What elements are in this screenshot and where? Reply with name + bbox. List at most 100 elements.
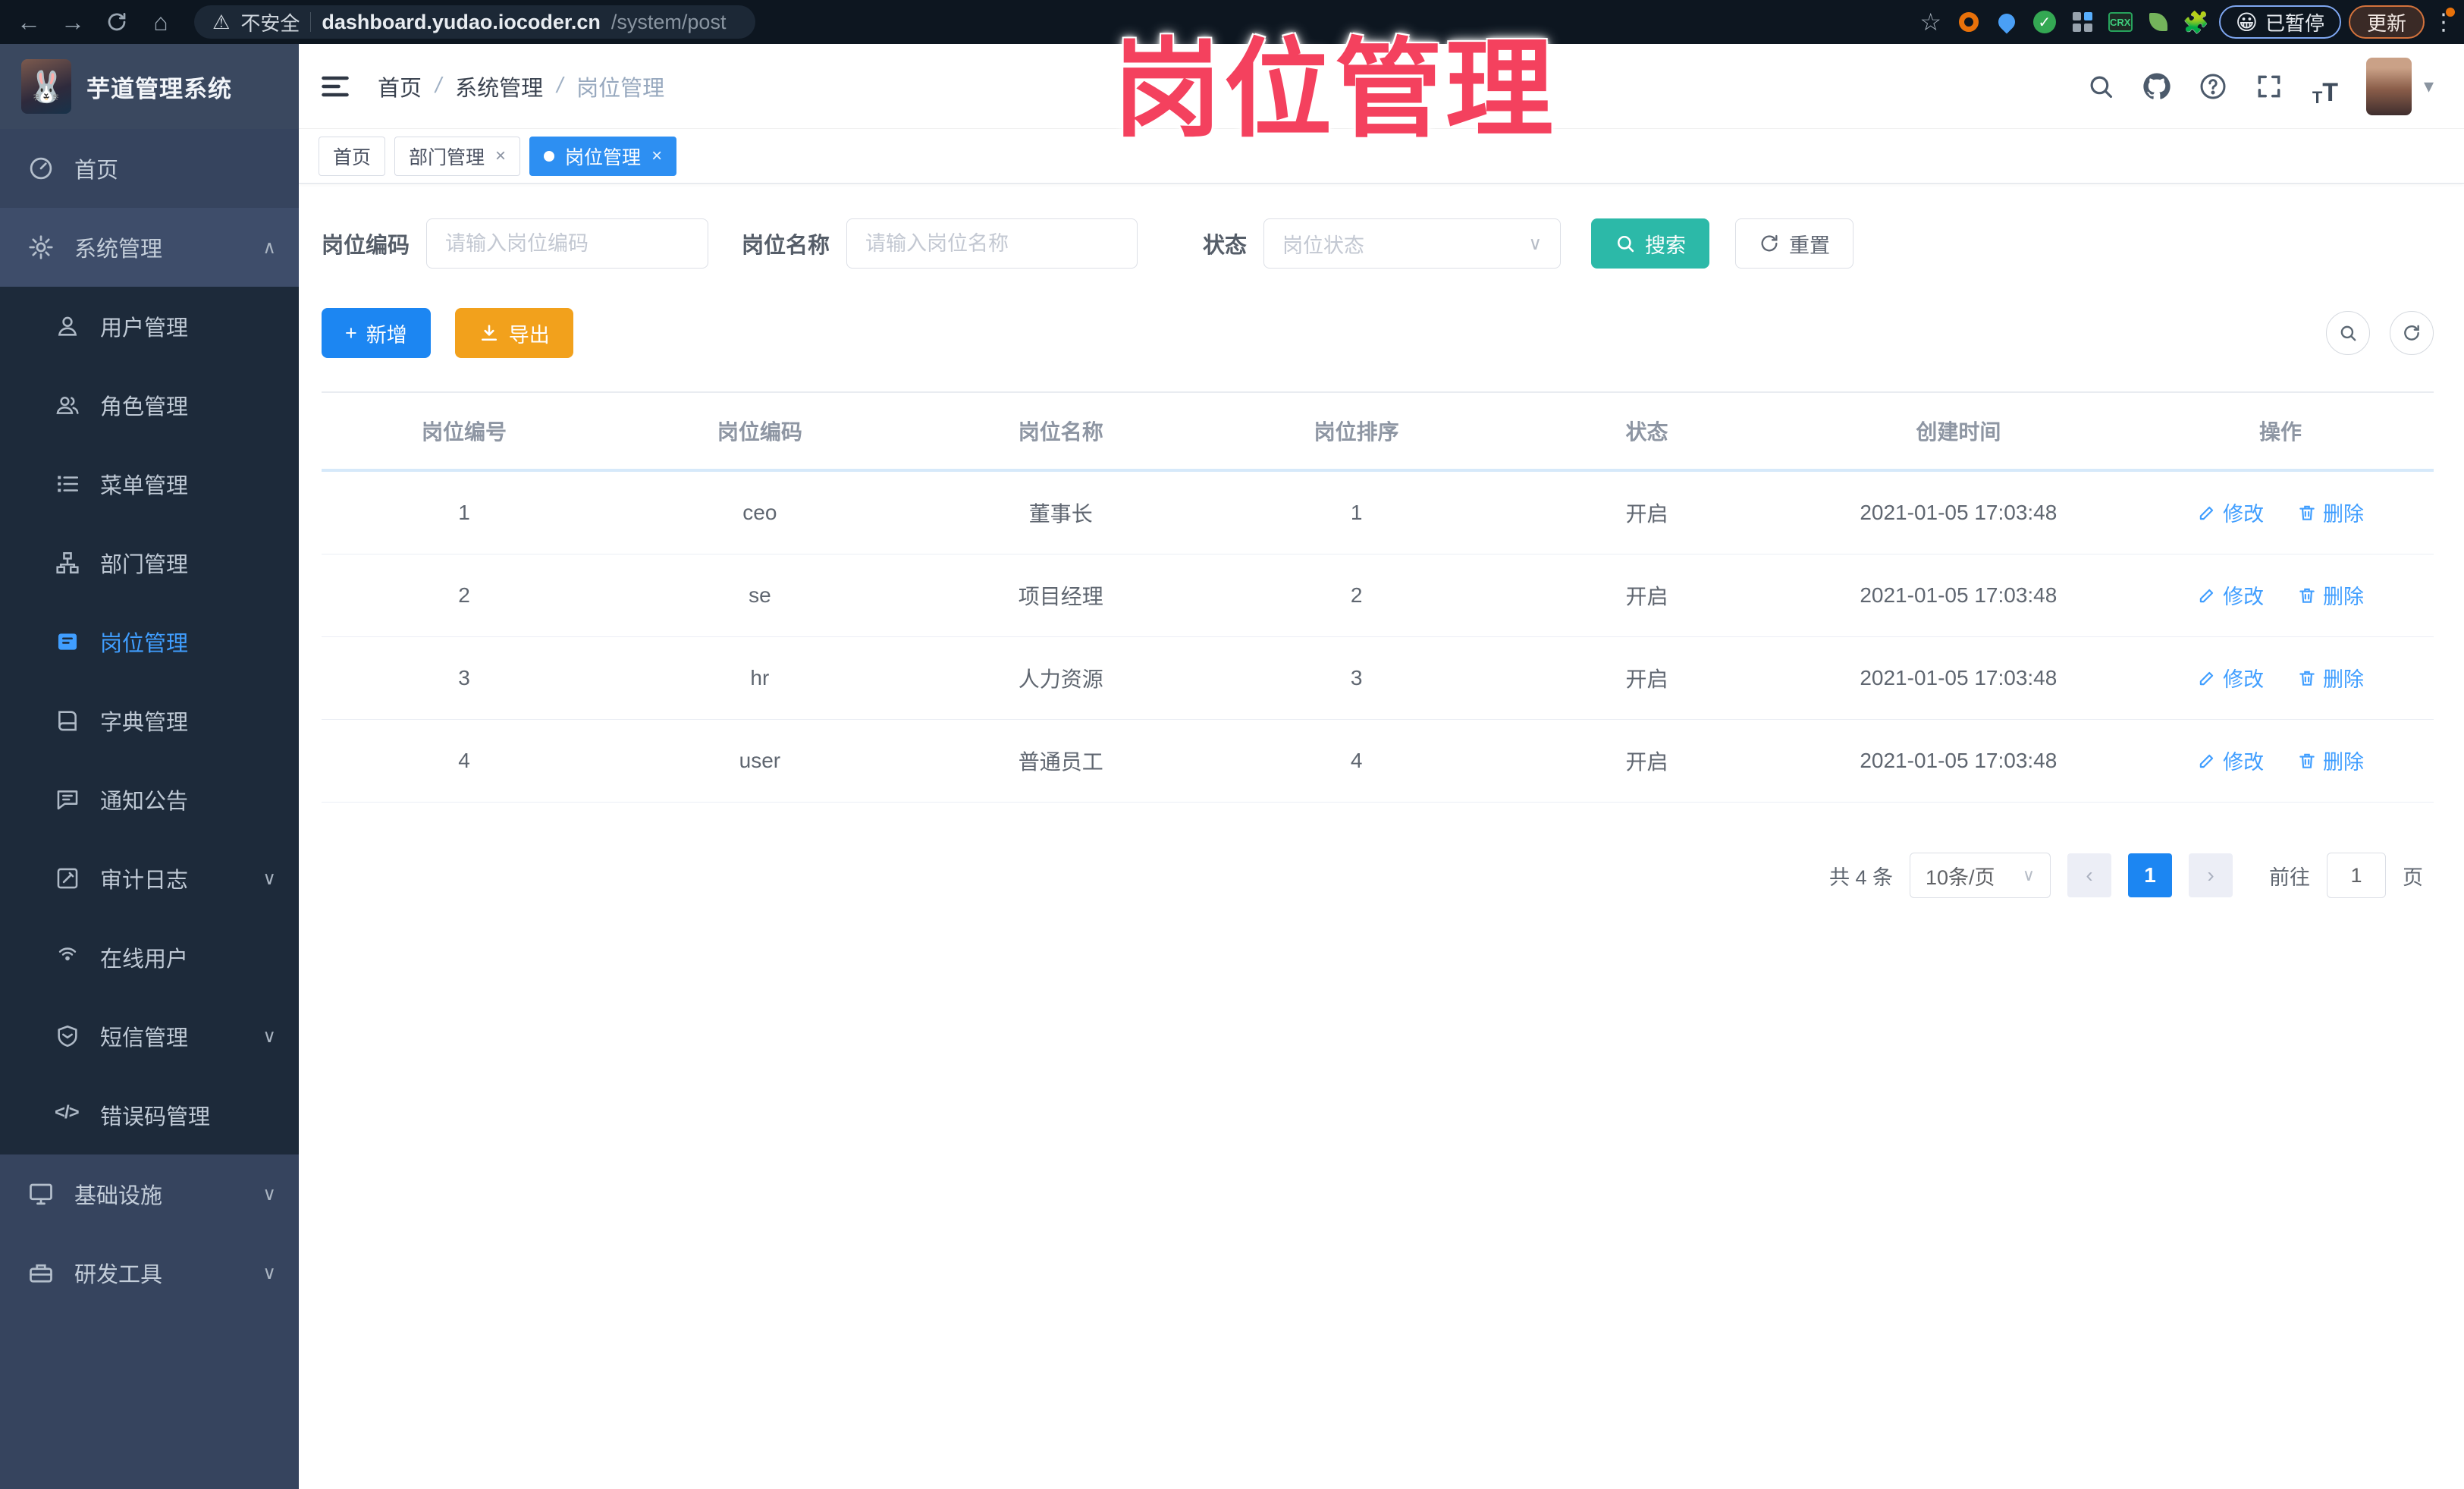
browser-back-button[interactable]: ← xyxy=(11,4,47,40)
tab-posts[interactable]: 岗位管理 × xyxy=(529,136,677,176)
extension-grid-icon[interactable] xyxy=(2067,7,2098,37)
extension-orange-ring-icon[interactable] xyxy=(1954,7,1984,37)
sidebar-item-dictionary[interactable]: 字典管理 xyxy=(0,681,299,760)
sidebar-item-online-users[interactable]: 在线用户 xyxy=(0,918,299,997)
extension-crx-icon[interactable]: CRX xyxy=(2105,7,2136,37)
avatar-caret-icon[interactable]: ▾ xyxy=(2424,74,2434,98)
sidebar-item-label: 角色管理 xyxy=(100,395,189,419)
prev-page-button[interactable]: ‹ xyxy=(2067,853,2111,897)
pagination: 共 4 条 10条/页 ∨ ‹ 1 › 前往 页 xyxy=(322,853,2423,898)
edit-link[interactable]: 修改 xyxy=(2197,580,2264,610)
help-button[interactable] xyxy=(2192,65,2234,108)
delete-label: 删除 xyxy=(2322,751,2364,774)
user-icon xyxy=(58,316,77,336)
sidebar-item-error-codes[interactable]: </> 错误码管理 xyxy=(0,1076,299,1154)
tab-departments[interactable]: 部门管理 × xyxy=(394,136,521,176)
cell-status: 开启 xyxy=(1504,719,1790,803)
close-icon[interactable]: × xyxy=(495,146,506,167)
home-icon: ⌂ xyxy=(153,8,168,36)
breadcrumb-home[interactable]: 首页 xyxy=(378,71,422,102)
profile-paused-chip[interactable]: 😀 已暂停 xyxy=(2218,5,2341,39)
sidebar-item-notices[interactable]: 通知公告 xyxy=(0,760,299,839)
cell-post-name: 人力资源 xyxy=(912,636,1209,720)
search-button[interactable]: 搜索 xyxy=(1591,218,1710,269)
sidebar-item-audit-log[interactable]: 审计日志 ∨ xyxy=(0,839,299,918)
breadcrumb-system[interactable]: 系统管理 xyxy=(455,71,543,102)
sidebar-item-dev-tools[interactable]: 研发工具 ∨ xyxy=(0,1233,299,1312)
goto-page-input[interactable] xyxy=(2327,853,2386,898)
sidebar-item-label: 在线用户 xyxy=(100,947,189,972)
sidebar-item-system[interactable]: 系统管理 ∧ xyxy=(0,208,299,287)
status-select[interactable]: 岗位状态 ∨ xyxy=(1263,218,1562,269)
hamburger-icon[interactable] xyxy=(319,70,352,103)
cell-post-id: 2 xyxy=(322,554,607,637)
add-button[interactable]: + 新增 xyxy=(322,308,431,358)
page-size-select[interactable]: 10条/页 ∨ xyxy=(1910,853,2051,898)
extension-green-check-icon[interactable]: ✓ xyxy=(2029,7,2060,37)
sidebar-item-sms[interactable]: 短信管理 ∨ xyxy=(0,997,299,1076)
font-size-small-glyph: T xyxy=(2312,87,2323,107)
sidebar-item-users[interactable]: 用户管理 xyxy=(0,287,299,366)
not-secure-label[interactable]: 不安全 xyxy=(240,8,300,36)
fullscreen-button[interactable] xyxy=(2248,65,2290,108)
sidebar-item-posts[interactable]: 岗位管理 xyxy=(0,602,299,681)
tab-home[interactable]: 首页 xyxy=(319,136,386,176)
org-tree-icon xyxy=(56,551,79,574)
cell-status: 开启 xyxy=(1504,554,1790,637)
cell-post-sort: 3 xyxy=(1208,636,1505,720)
list-icon xyxy=(58,476,79,492)
posts-table: 岗位编号 岗位编码 岗位名称 岗位排序 状态 创建时间 操作 1 ceo 董事长… xyxy=(322,391,2434,803)
sidebar-item-label: 研发工具 xyxy=(74,1263,163,1287)
delete-link[interactable]: 删除 xyxy=(2297,746,2364,775)
delete-link[interactable]: 删除 xyxy=(2297,580,2364,610)
browser-home-button[interactable]: ⌂ xyxy=(143,4,179,40)
page-number-1[interactable]: 1 xyxy=(2128,853,2172,897)
cell-create-time: 2021-01-05 17:03:48 xyxy=(1789,719,2128,803)
browser-refresh-button[interactable] xyxy=(99,4,135,40)
next-page-button[interactable]: › xyxy=(2189,853,2233,897)
edit-icon xyxy=(2199,754,2214,768)
export-button[interactable]: 导出 xyxy=(454,308,573,358)
sidebar-item-departments[interactable]: 部门管理 xyxy=(0,523,299,602)
sidebar-item-roles[interactable]: 角色管理 xyxy=(0,366,299,445)
reset-button-label: 重置 xyxy=(1789,234,1831,257)
browser-menu-button[interactable]: ⋮ xyxy=(2432,7,2455,36)
toggle-search-button[interactable] xyxy=(2326,311,2370,355)
cell-create-time: 2021-01-05 17:03:48 xyxy=(1789,554,2128,637)
font-size-button[interactable]: TT xyxy=(2304,65,2346,108)
announcement-icon xyxy=(57,790,78,810)
post-name-input[interactable] xyxy=(865,231,1119,256)
add-button-label: 新增 xyxy=(366,323,407,347)
delete-link[interactable]: 删除 xyxy=(2297,498,2364,527)
sidebar-item-home[interactable]: 首页 xyxy=(0,129,299,208)
edit-link[interactable]: 修改 xyxy=(2197,498,2264,527)
extensions-puzzle-icon[interactable]: 🧩 xyxy=(2181,7,2211,37)
refresh-icon xyxy=(2404,325,2419,341)
close-icon[interactable]: × xyxy=(651,146,662,167)
export-button-label: 导出 xyxy=(508,323,550,347)
browser-forward-button[interactable]: → xyxy=(55,4,91,40)
edit-link[interactable]: 修改 xyxy=(2197,746,2264,775)
chrome-update-button[interactable]: 更新 xyxy=(2348,5,2425,39)
address-bar[interactable]: ⚠ 不安全 dashboard.yudao.iocoder.cn/system/… xyxy=(194,5,755,39)
bookmark-star-icon[interactable]: ☆ xyxy=(1916,7,1946,37)
sidebar-item-label: 错误码管理 xyxy=(100,1105,211,1129)
refresh-table-button[interactable] xyxy=(2390,311,2434,355)
gear-icon xyxy=(29,235,53,259)
sidebar-item-infrastructure[interactable]: 基础设施 ∨ xyxy=(0,1154,299,1233)
delete-link[interactable]: 删除 xyxy=(2297,663,2364,693)
trash-icon xyxy=(2299,671,2315,686)
app-logo-row[interactable]: 🐰 芋道管理系统 xyxy=(0,44,299,129)
sidebar-item-menus[interactable]: 菜单管理 xyxy=(0,445,299,523)
user-avatar[interactable] xyxy=(2365,57,2412,115)
col-header-post-name: 岗位名称 xyxy=(912,391,1209,472)
header-search-button[interactable] xyxy=(2079,65,2122,108)
github-link[interactable] xyxy=(2136,65,2178,108)
extension-location-pin-icon[interactable] xyxy=(1992,7,2022,37)
edit-label: 修改 xyxy=(2223,751,2265,774)
post-code-input[interactable] xyxy=(445,231,690,256)
reset-button[interactable]: 重置 xyxy=(1735,218,1854,269)
extension-leaf-icon[interactable] xyxy=(2143,7,2174,37)
edit-link[interactable]: 修改 xyxy=(2197,663,2264,693)
app-title: 芋道管理系统 xyxy=(86,75,232,102)
